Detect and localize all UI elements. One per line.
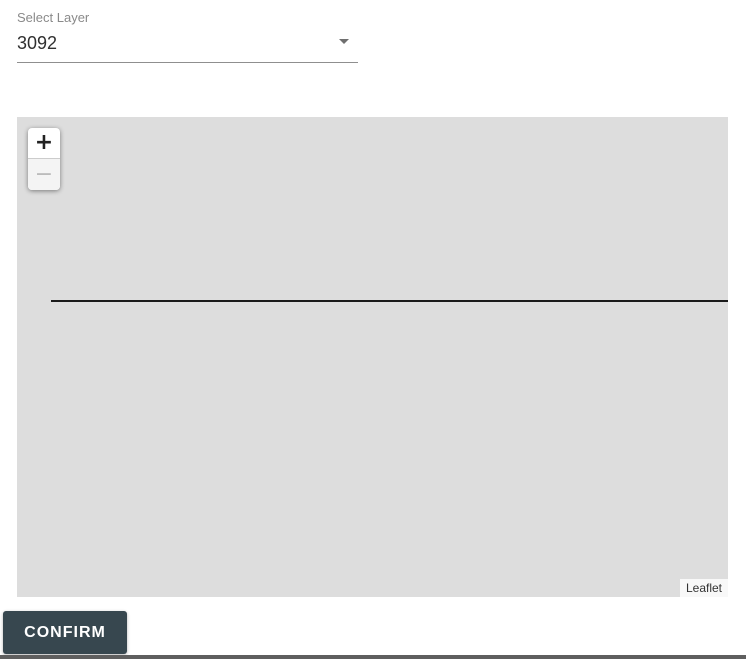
layer-select-value[interactable]: 3092: [17, 32, 57, 54]
layer-select-label: Select Layer: [17, 10, 90, 25]
page: Select Layer 3092 + − Leaflet CONFIRM: [0, 0, 746, 659]
zoom-control: + −: [28, 128, 60, 190]
zoom-in-button[interactable]: +: [28, 128, 60, 159]
dropdown-arrow-icon[interactable]: [339, 39, 349, 44]
confirm-button[interactable]: CONFIRM: [3, 611, 127, 654]
map-line-feature[interactable]: [51, 300, 728, 302]
map-view[interactable]: + − Leaflet: [17, 117, 728, 597]
bottom-scrollbar: [0, 655, 746, 659]
zoom-out-button[interactable]: −: [28, 159, 60, 190]
layer-select[interactable]: Select Layer 3092: [17, 8, 358, 63]
map-attribution-link[interactable]: Leaflet: [679, 579, 728, 597]
select-underline: [17, 62, 358, 63]
